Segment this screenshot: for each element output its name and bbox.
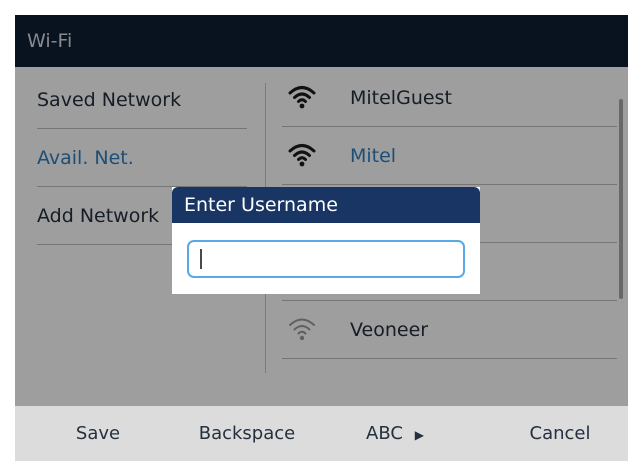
wifi-screen: Wi-Fi Saved Network Avail. Net. Add Netw… bbox=[15, 15, 628, 461]
backspace-label: Backspace bbox=[198, 423, 296, 444]
backspace-button[interactable]: Backspace bbox=[191, 406, 303, 461]
dialog-title: Enter Username bbox=[172, 187, 480, 223]
save-button[interactable]: Save bbox=[53, 406, 143, 461]
triangle-right-icon: ▶ bbox=[414, 428, 424, 442]
abc-mode-button[interactable]: ABC ▶ bbox=[355, 406, 435, 461]
softkey-bar: Save Backspace ABC ▶ Cancel bbox=[15, 406, 628, 461]
enter-username-dialog: Enter Username bbox=[172, 187, 480, 294]
cancel-button[interactable]: Cancel bbox=[520, 406, 600, 461]
text-caret bbox=[200, 249, 202, 269]
abc-label: ABC bbox=[366, 423, 403, 444]
username-input[interactable] bbox=[187, 240, 465, 278]
